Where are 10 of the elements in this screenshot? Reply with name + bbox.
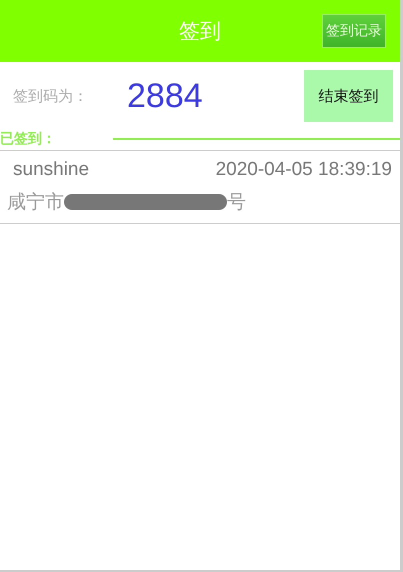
record-item[interactable]: sunshine 2020-04-05 18:39:19 咸宁市 号 <box>0 151 400 224</box>
sign-in-time: 2020-04-05 18:39:19 <box>216 159 392 181</box>
user-name: sunshine <box>13 159 90 181</box>
sign-in-code: 2884 <box>127 76 203 116</box>
page-title: 签到 <box>179 18 221 45</box>
address-text: 号 <box>227 190 246 215</box>
end-sign-in-button[interactable]: 结束签到 <box>304 70 393 122</box>
section-label: 已签到： <box>0 130 57 148</box>
code-label: 签到码为： <box>13 86 89 106</box>
address-text: 咸宁市 <box>7 190 64 215</box>
